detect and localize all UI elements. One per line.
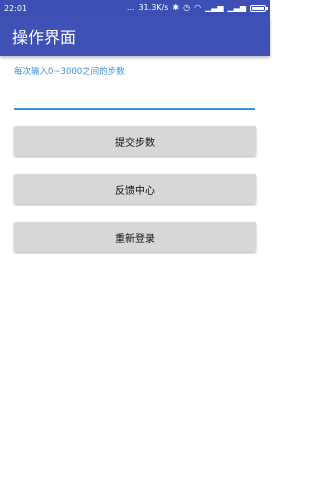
battery-icon (250, 4, 268, 12)
status-icons: ... 31.3K/s ✱ ◷ ◠ ▁▃▅ ▁▃▅ (126, 3, 268, 12)
feedback-center-button[interactable]: 反馈中心 (14, 174, 256, 204)
more-dots: ... (126, 3, 135, 12)
alarm-icon: ◷ (183, 3, 191, 12)
network-speed: 31.3K/s (138, 3, 169, 12)
signal-icon: ▁▃▅ (205, 3, 224, 12)
signal-icon: ▁▃▅ (227, 3, 246, 12)
relogin-button[interactable]: 重新登录 (14, 222, 256, 252)
app-bar: 操作界面 (0, 16, 270, 56)
submit-steps-button[interactable]: 提交步数 (14, 126, 256, 156)
wifi-icon: ◠ (194, 3, 202, 12)
step-input-hint: 每次输入0~3000之间的步数 (14, 67, 125, 77)
step-input[interactable] (14, 86, 255, 110)
status-bar: 22:01 ... 31.3K/s ✱ ◷ ◠ ▁▃▅ ▁▃▅ (0, 0, 270, 16)
bluetooth-icon: ✱ (172, 3, 180, 12)
page-title: 操作界面 (12, 28, 77, 47)
step-form: 每次输入0~3000之间的步数 (14, 66, 256, 110)
status-time: 22:01 (4, 3, 28, 13)
